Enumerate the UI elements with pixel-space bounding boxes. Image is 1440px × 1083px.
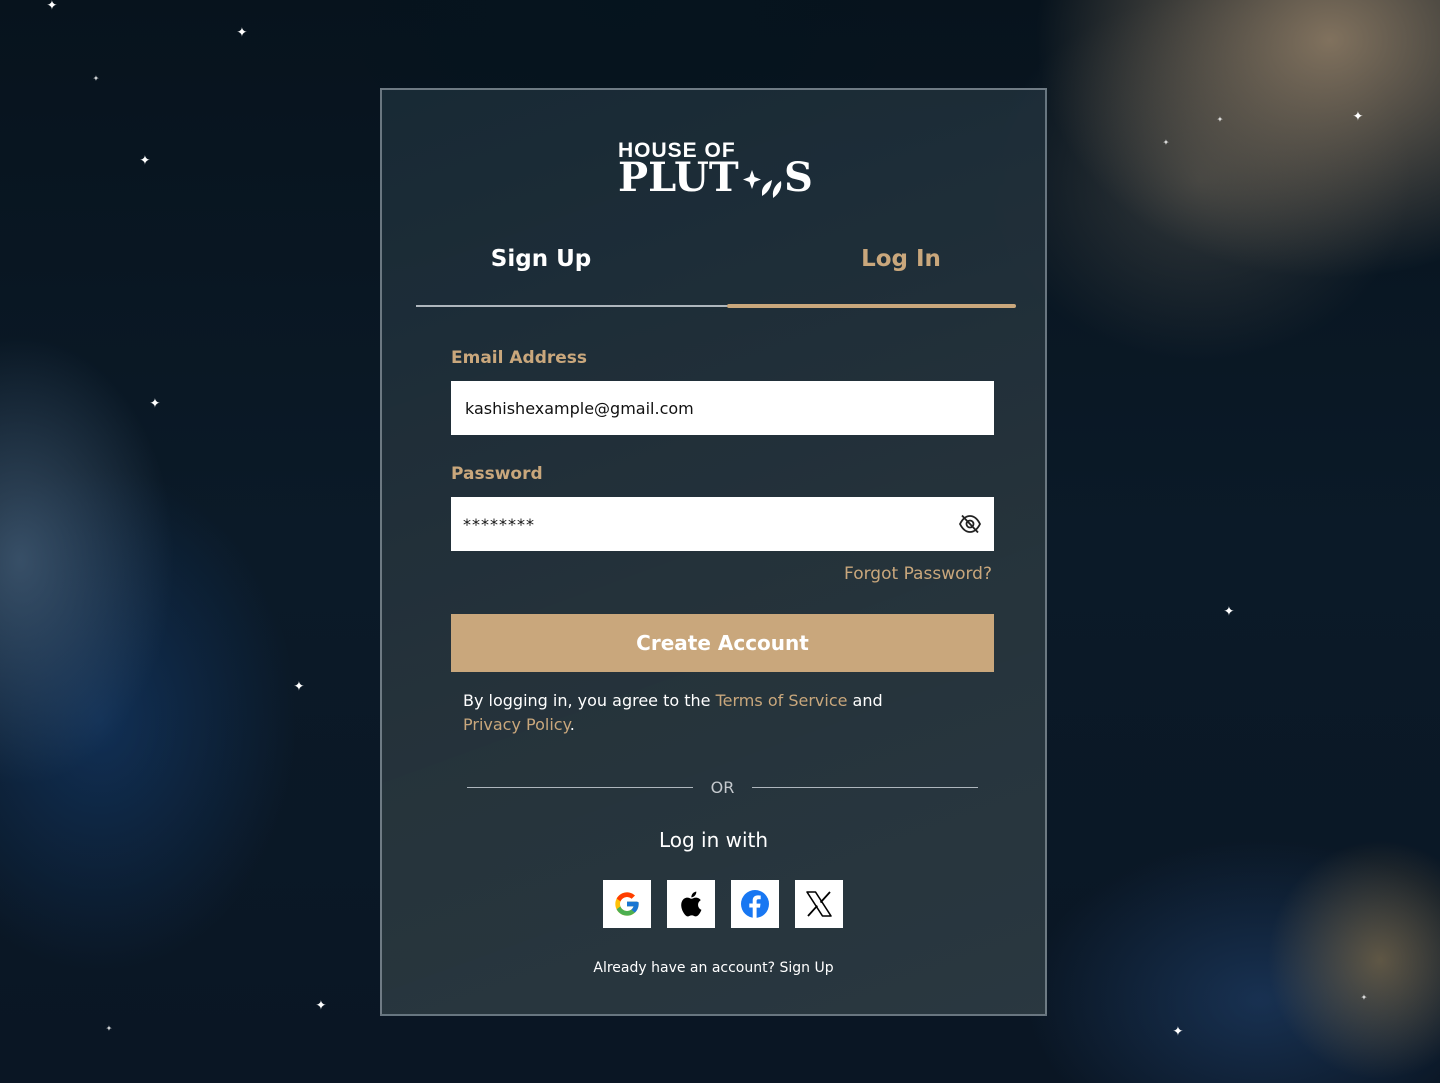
star-icon: ✦ <box>236 25 248 41</box>
already-prefix: Already have an account? <box>593 960 780 976</box>
tab-log-in[interactable]: Log In <box>776 246 1026 272</box>
star-icon: ✦ <box>139 153 151 169</box>
password-input[interactable] <box>451 497 994 551</box>
apple-login-button[interactable] <box>667 880 715 928</box>
legal-prefix: By logging in, you agree to the <box>463 691 716 710</box>
star-icon: ✦ <box>1360 993 1368 1002</box>
social-login-heading: Log in with <box>658 828 769 852</box>
legal-middle: and <box>847 691 883 710</box>
star-icon: ✦ <box>1216 115 1224 124</box>
email-label: Email Address <box>451 348 588 368</box>
star-icon: ✦ <box>1172 1024 1184 1040</box>
star-icon: ✦ <box>46 0 58 14</box>
apple-icon <box>681 891 702 917</box>
create-account-button[interactable]: Create Account <box>451 614 994 672</box>
facebook-icon <box>741 890 769 918</box>
legal-notice: By logging in, you agree to the Terms of… <box>463 689 923 737</box>
password-label: Password <box>451 464 543 484</box>
legal-suffix: . <box>569 715 575 734</box>
facebook-login-button[interactable] <box>731 880 779 928</box>
google-icon <box>615 892 639 916</box>
logo-line-2: PLUT <box>618 154 739 201</box>
google-login-button[interactable] <box>603 880 651 928</box>
privacy-policy-link[interactable]: Privacy Policy <box>463 715 570 734</box>
star-icon: ✦ <box>293 679 305 695</box>
star-icon: ✦ <box>1352 109 1364 125</box>
divider-right <box>752 787 978 788</box>
logo-line-2-end: S <box>784 154 813 201</box>
star-icon: ✦ <box>315 998 327 1014</box>
divider-left <box>467 787 693 788</box>
star-icon: ✦ <box>105 1024 113 1033</box>
or-divider-text: OR <box>710 778 735 797</box>
already-have-account: Already have an account? Sign Up <box>382 960 1045 976</box>
email-input[interactable] <box>451 381 994 435</box>
terms-of-service-link[interactable]: Terms of Service <box>716 691 848 710</box>
star-icon: ✦ <box>92 74 100 83</box>
eye-off-icon[interactable] <box>958 514 982 534</box>
forgot-password-link[interactable]: Forgot Password? <box>844 564 992 584</box>
sparkle-logo-icon <box>743 170 782 198</box>
star-icon: ✦ <box>1223 604 1235 620</box>
auth-card: HOUSE OF PLUT S Sign Up Log In Email Add… <box>380 88 1047 1016</box>
star-icon: ✦ <box>1162 138 1170 147</box>
x-login-button[interactable] <box>795 880 843 928</box>
sign-up-link[interactable]: Sign Up <box>779 960 833 976</box>
x-icon <box>806 891 832 917</box>
star-icon: ✦ <box>149 396 161 412</box>
tab-underline <box>416 305 728 307</box>
tab-sign-up[interactable]: Sign Up <box>418 246 664 272</box>
house-of-plutus-logo: HOUSE OF PLUT S <box>618 140 818 206</box>
active-tab-indicator <box>727 304 1016 308</box>
